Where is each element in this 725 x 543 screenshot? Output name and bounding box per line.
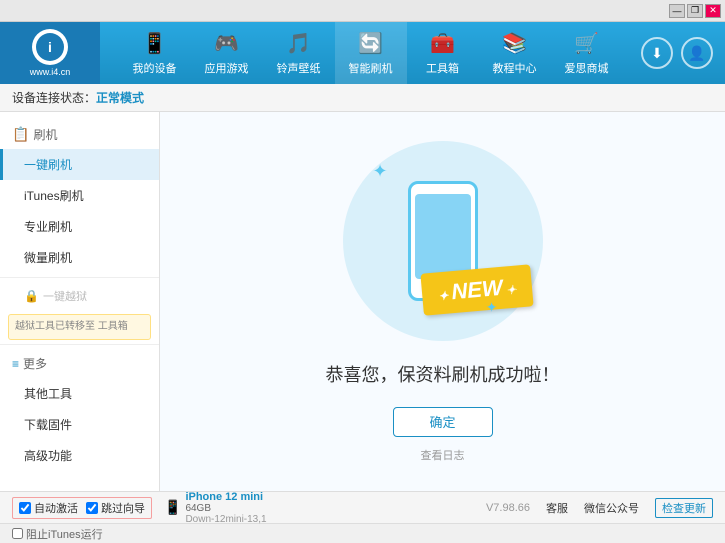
nav-tutorials-label: 教程中心 xyxy=(493,60,537,76)
phone-screen xyxy=(415,194,471,279)
sparkle-icon-tl: ✦ xyxy=(373,161,388,182)
minimize-button[interactable]: — xyxy=(669,4,685,18)
nav-store[interactable]: 🛒 爱思商城 xyxy=(551,22,623,84)
checkboxes-group: 自动激活 跳过向导 xyxy=(12,497,152,519)
sidebar-divider-2 xyxy=(0,344,159,345)
top-nav: i www.i4.cn 📱 我的设备 🎮 应用游戏 🎵 铃声壁纸 🔄 智能刷机 … xyxy=(0,22,725,84)
flash-section-label: 刷机 xyxy=(33,126,57,143)
later-link[interactable]: 查看日志 xyxy=(421,447,465,463)
sidebar-item-micro-flash[interactable]: 微量刷机 xyxy=(0,242,159,273)
success-text: 恭喜您，保资料刷机成功啦！ xyxy=(326,361,560,387)
new-badge: NEW xyxy=(421,264,534,315)
ringtones-icon: 🎵 xyxy=(286,31,311,56)
jailbreak-section-label: 一键越狱 xyxy=(43,288,87,304)
wechat-link[interactable]: 微信公众号 xyxy=(584,500,639,516)
download-firmware-label: 下载固件 xyxy=(24,418,72,432)
nav-smart-store-label: 智能刷机 xyxy=(349,60,393,76)
sidebar-item-pro-flash[interactable]: 专业刷机 xyxy=(0,211,159,242)
restore-button[interactable]: ❐ xyxy=(687,4,703,18)
skip-wizard-label: 跳过向导 xyxy=(101,500,145,516)
status-bar: 设备连接状态： 正常模式 xyxy=(0,84,725,112)
itunes-flash-label: iTunes刷机 xyxy=(24,189,84,203)
nav-my-device-label: 我的设备 xyxy=(133,60,177,76)
sidebar-item-itunes-flash[interactable]: iTunes刷机 xyxy=(0,180,159,211)
nav-toolbox-label: 工具箱 xyxy=(426,60,459,76)
sidebar-divider-1 xyxy=(0,277,159,278)
sidebar-item-download-firmware[interactable]: 下载固件 xyxy=(0,409,159,440)
auto-activate-input[interactable] xyxy=(19,502,31,514)
phone-illustration: ✦ NEW ✦ xyxy=(343,141,543,341)
version-label: V7.98.66 xyxy=(486,502,530,514)
auto-activate-label: 自动激活 xyxy=(34,500,78,516)
confirm-button[interactable]: 确定 xyxy=(393,407,493,437)
device-name: iPhone 12 mini xyxy=(185,491,266,503)
more-section-label: 更多 xyxy=(23,355,47,372)
bottom-content: 自动激活 跳过向导 xyxy=(12,497,152,519)
store-icon: 🛒 xyxy=(574,31,599,56)
flash-section-title: 📋 刷机 xyxy=(0,120,159,149)
tutorials-icon: 📚 xyxy=(502,31,527,56)
sidebar-item-advanced[interactable]: 高级功能 xyxy=(0,440,159,471)
other-tools-label: 其他工具 xyxy=(24,387,72,401)
logo-area[interactable]: i www.i4.cn xyxy=(0,22,100,84)
sidebar: 📋 刷机 一键刷机 iTunes刷机 专业刷机 微量刷机 🔒 一键越狱 越狱工具… xyxy=(0,112,160,491)
logo-icon: i xyxy=(36,33,64,61)
close-button[interactable]: ✕ xyxy=(705,4,721,18)
apps-games-icon: 🎮 xyxy=(214,31,239,56)
more-section-title: ≡ 更多 xyxy=(0,349,159,378)
bottom-left: 自动激活 跳过向导 📱 iPhone 12 mini 64GB Down-12m… xyxy=(12,491,267,525)
smart-store-icon: 🔄 xyxy=(358,31,383,56)
support-link[interactable]: 客服 xyxy=(546,500,568,516)
nav-apps-label: 应用游戏 xyxy=(205,60,249,76)
status-value: 正常模式 xyxy=(96,89,144,106)
pro-flash-label: 专业刷机 xyxy=(24,220,72,234)
skip-wizard-checkbox[interactable]: 跳过向导 xyxy=(86,500,145,516)
itunes-status-bar: 阻止iTunes运行 xyxy=(0,523,725,543)
bottom-right: V7.98.66 客服 微信公众号 检查更新 xyxy=(486,498,713,518)
sparkle-icon-br: ✦ xyxy=(486,299,498,316)
device-phone-icon: 📱 xyxy=(164,499,181,516)
user-button[interactable]: 👤 xyxy=(681,37,713,69)
nav-toolbox[interactable]: 🧰 工具箱 xyxy=(407,22,479,84)
device-details: iPhone 12 mini 64GB Down-12mini-13,1 xyxy=(185,491,266,525)
itunes-checkbox[interactable] xyxy=(12,528,23,539)
window-controls: — ❐ ✕ xyxy=(669,4,721,18)
itunes-status-label: 阻止iTunes运行 xyxy=(26,526,103,542)
update-button[interactable]: 检查更新 xyxy=(655,498,713,518)
jailbreak-section: 🔒 一键越狱 xyxy=(0,282,159,310)
sidebar-item-other-tools[interactable]: 其他工具 xyxy=(0,378,159,409)
toolbox-icon: 🧰 xyxy=(430,31,455,56)
main-content: 📋 刷机 一键刷机 iTunes刷机 专业刷机 微量刷机 🔒 一键越狱 越狱工具… xyxy=(0,112,725,491)
device-storage: 64GB xyxy=(185,503,266,514)
itunes-status: 阻止iTunes运行 xyxy=(12,526,103,542)
bottom-device: 📱 iPhone 12 mini 64GB Down-12mini-13,1 xyxy=(164,491,267,525)
nav-smart-store[interactable]: 🔄 智能刷机 xyxy=(335,22,407,84)
center-panel: ✦ NEW ✦ 恭喜您，保资料刷机成功啦！ 确定 查看日志 xyxy=(160,112,725,491)
nav-tutorials[interactable]: 📚 教程中心 xyxy=(479,22,551,84)
logo-text: www.i4.cn xyxy=(30,67,71,77)
jailbreak-notice-text: 越狱工具已转移至 工具箱 xyxy=(15,321,128,332)
my-device-icon: 📱 xyxy=(142,31,167,56)
download-button[interactable]: ⬇ xyxy=(641,37,673,69)
logo-circle: i xyxy=(32,29,68,65)
advanced-label: 高级功能 xyxy=(24,449,72,463)
nav-items: 📱 我的设备 🎮 应用游戏 🎵 铃声壁纸 🔄 智能刷机 🧰 工具箱 📚 教程中心… xyxy=(100,22,641,84)
nav-my-device[interactable]: 📱 我的设备 xyxy=(119,22,191,84)
skip-wizard-input[interactable] xyxy=(86,502,98,514)
bottom-bar: 自动激活 跳过向导 📱 iPhone 12 mini 64GB Down-12m… xyxy=(0,491,725,523)
nav-ringtones-label: 铃声壁纸 xyxy=(277,60,321,76)
status-prefix: 设备连接状态： xyxy=(12,89,96,106)
nav-ringtones[interactable]: 🎵 铃声壁纸 xyxy=(263,22,335,84)
jailbreak-notice: 越狱工具已转移至 工具箱 xyxy=(8,314,151,340)
nav-right: ⬇ 👤 xyxy=(641,37,725,69)
sidebar-item-onekey-flash[interactable]: 一键刷机 xyxy=(0,149,159,180)
onekey-flash-label: 一键刷机 xyxy=(24,158,72,172)
nav-store-label: 爱思商城 xyxy=(565,60,609,76)
nav-apps-games[interactable]: 🎮 应用游戏 xyxy=(191,22,263,84)
flash-icon: 📋 xyxy=(12,126,29,143)
micro-flash-label: 微量刷机 xyxy=(24,251,72,265)
title-bar: — ❐ ✕ xyxy=(0,0,725,22)
auto-activate-checkbox[interactable]: 自动激活 xyxy=(19,500,78,516)
phone-circle-bg: ✦ NEW ✦ xyxy=(343,141,543,341)
